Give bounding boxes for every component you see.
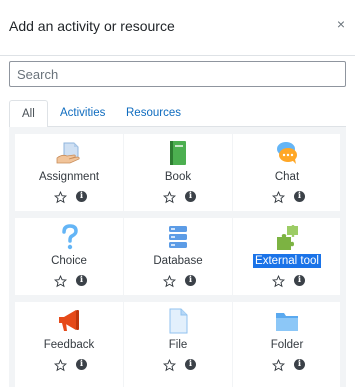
star-icon[interactable] [272, 359, 285, 372]
info-icon[interactable]: i [76, 359, 87, 370]
modal-header: Add an activity or resource × [0, 0, 355, 56]
info-icon[interactable]: i [76, 275, 87, 286]
close-icon[interactable]: × [337, 16, 345, 32]
tab-all[interactable]: All [9, 100, 48, 128]
activity-grid: Assignment i Book i Chat i Choice i Data… [9, 127, 346, 387]
choice-icon [62, 224, 78, 250]
activity-label: External tool [253, 254, 321, 268]
info-icon[interactable]: i [294, 191, 305, 202]
megaphone-icon [59, 310, 79, 331]
puzzle-icon [277, 225, 298, 250]
activity-label: Choice [51, 255, 87, 267]
activity-label: File [168, 339, 188, 351]
star-icon[interactable] [272, 275, 285, 288]
activity-card-feedback[interactable]: Feedback i [15, 302, 123, 387]
activity-card-folder[interactable]: Folder i [233, 302, 340, 387]
star-icon[interactable] [54, 359, 67, 372]
tab-bar: All Activities Resources [9, 100, 346, 128]
database-icon [169, 226, 187, 248]
star-icon[interactable] [163, 359, 176, 372]
activity-card-choice[interactable]: Choice i [15, 218, 123, 295]
activity-label: Folder [270, 339, 304, 351]
info-icon[interactable]: i [294, 359, 305, 370]
tab-resources[interactable]: Resources [114, 100, 193, 127]
info-icon[interactable]: i [294, 275, 305, 286]
tab-activities[interactable]: Activities [48, 100, 117, 127]
activity-label: Database [153, 255, 203, 267]
star-icon[interactable] [163, 275, 176, 288]
star-icon[interactable] [163, 191, 176, 204]
activity-label: Feedback [43, 339, 95, 351]
activity-card-external-tool[interactable]: External tool i [233, 218, 340, 295]
activity-label: Book [164, 171, 192, 183]
assignment-icon [56, 142, 80, 164]
file-icon [169, 308, 188, 334]
activity-label: Assignment [38, 171, 100, 183]
activity-card-book[interactable]: Book i [124, 134, 232, 211]
info-icon[interactable]: i [76, 191, 87, 202]
activity-label: Chat [274, 171, 300, 183]
book-icon [170, 141, 186, 165]
activity-card-file[interactable]: File i [124, 302, 232, 387]
activity-card-chat[interactable]: Chat i [233, 134, 340, 211]
modal-title: Add an activity or resource [9, 18, 175, 34]
star-icon[interactable] [272, 191, 285, 204]
folder-icon [276, 313, 298, 331]
info-icon[interactable]: i [185, 359, 196, 370]
activity-card-database[interactable]: Database i [124, 218, 232, 295]
chat-icon [277, 142, 297, 164]
star-icon[interactable] [54, 275, 67, 288]
search-input[interactable] [9, 61, 346, 87]
info-icon[interactable]: i [185, 191, 196, 202]
info-icon[interactable]: i [185, 275, 196, 286]
star-icon[interactable] [54, 191, 67, 204]
activity-card-assignment[interactable]: Assignment i [15, 134, 123, 211]
